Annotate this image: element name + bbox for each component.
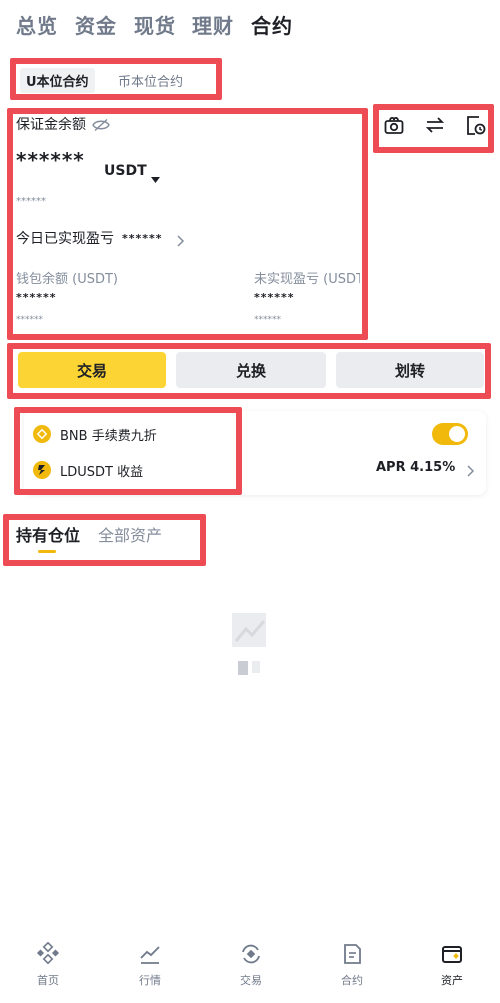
top-tab-funding[interactable]: 资金: [75, 10, 117, 39]
realized-pnl-row[interactable]: 今日已实现盈亏 ******: [16, 228, 185, 248]
apr-value: APR 4.15%: [376, 460, 456, 475]
sub-tab-coinm[interactable]: 币本位合约: [112, 68, 189, 93]
bnb-discount-toggle[interactable]: [432, 423, 468, 445]
nav-item-home[interactable]: 首页: [18, 941, 78, 988]
realized-pnl-value: ******: [122, 231, 163, 245]
nav-label-futures: 合约: [341, 974, 363, 987]
realized-pnl-label: 今日已实现盈亏: [16, 231, 114, 247]
bnb-discount-label: BNB 手续费九折: [60, 429, 157, 444]
top-tab-futures[interactable]: 合约: [251, 10, 293, 39]
top-tab-earn[interactable]: 理财: [192, 10, 234, 39]
nav-label-home: 首页: [37, 974, 59, 987]
nav-label-markets: 行情: [139, 974, 161, 987]
empty-state-icon: [222, 605, 278, 677]
apr-link[interactable]: APR 4.15%: [376, 460, 475, 477]
transfer-button-label: 划转: [394, 361, 425, 380]
nav-item-markets[interactable]: 行情: [120, 942, 180, 988]
chevron-right-icon: [467, 462, 475, 477]
promo-card: [24, 411, 486, 495]
top-tab-spot[interactable]: 现货: [134, 10, 176, 39]
ldusdt-coin-icon: [33, 461, 51, 479]
margin-balance-label: 保证金余额: [16, 117, 86, 133]
ldusdt-earn-label: LDUSDT 收益: [60, 465, 144, 480]
bnb-coin-icon: [33, 425, 51, 443]
margin-balance-header: 保证金余额: [16, 114, 110, 134]
nav-label-wallet: 资产: [441, 974, 463, 987]
convert-button-label: 兑换: [235, 361, 266, 380]
chevron-right-icon: [176, 232, 185, 247]
transfer-button[interactable]: 划转: [336, 352, 484, 388]
caret-down-icon: [150, 168, 160, 183]
tab-all-assets[interactable]: 全部资产: [98, 522, 162, 546]
fiat-equivalent-value: ******: [16, 196, 46, 207]
nav-item-trade[interactable]: 交易: [221, 942, 281, 988]
currency-label: USDT: [104, 163, 147, 179]
sub-tab-usdm[interactable]: U本位合约: [20, 68, 95, 93]
nav-item-wallet[interactable]: 资产: [422, 942, 482, 988]
nav-label-trade: 交易: [240, 974, 262, 987]
toggle-knob: [449, 426, 465, 442]
margin-balance-value: ******: [16, 148, 85, 172]
wallet-icon: [440, 942, 464, 966]
trade-button-label: 交易: [76, 361, 107, 380]
unrealized-pnl-sub: ******: [254, 315, 281, 325]
wallet-balance-value: ******: [16, 291, 57, 304]
nav-item-futures[interactable]: 合约: [322, 942, 382, 988]
gift-icon[interactable]: [383, 114, 405, 136]
unrealized-pnl-label-wrap: 未实现盈亏 (USDT): [254, 268, 360, 287]
home-icon: [36, 941, 60, 966]
history-icon[interactable]: [464, 114, 486, 136]
wallet-balance-label: 钱包余额 (USDT): [16, 272, 118, 287]
trade-icon: [239, 942, 263, 966]
tab-positions[interactable]: 持有仓位: [16, 522, 80, 546]
markets-icon: [138, 942, 162, 966]
active-tab-indicator: [38, 550, 56, 553]
convert-button[interactable]: 兑换: [176, 352, 326, 388]
top-tab-overview[interactable]: 总览: [16, 10, 58, 39]
unrealized-pnl-label: 未实现盈亏 (USDT): [254, 272, 360, 287]
trade-button[interactable]: 交易: [18, 352, 166, 388]
unrealized-pnl-value: ******: [254, 291, 295, 304]
eye-off-icon[interactable]: [92, 117, 110, 132]
wallet-balance-sub: ******: [16, 315, 43, 325]
transfer-icon[interactable]: [424, 114, 446, 136]
futures-icon: [340, 942, 364, 966]
highlight-box-balance: [7, 108, 368, 340]
currency-selector[interactable]: USDT: [104, 163, 160, 183]
